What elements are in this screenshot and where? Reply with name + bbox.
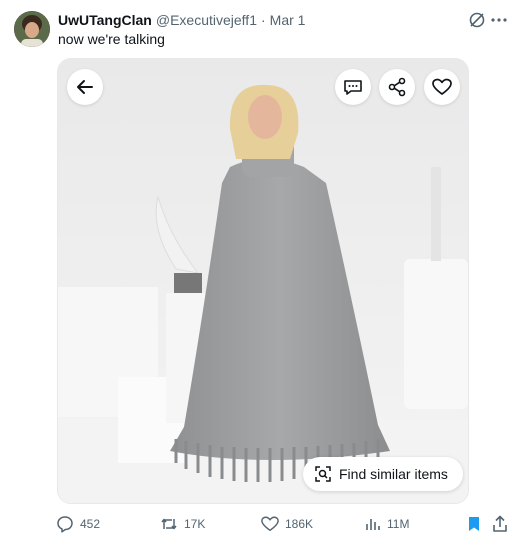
like-icon bbox=[261, 516, 279, 532]
find-similar-items-label: Find similar items bbox=[339, 466, 448, 482]
like-button[interactable]: 186K bbox=[261, 513, 313, 535]
bookmark-icon bbox=[469, 517, 479, 531]
action-bar: 452 17K 186K 11M bbox=[0, 513, 519, 535]
repost-icon bbox=[161, 518, 177, 530]
share-icon bbox=[388, 77, 406, 97]
back-button[interactable] bbox=[67, 69, 103, 105]
share-button[interactable] bbox=[379, 69, 415, 105]
back-arrow-icon bbox=[77, 80, 93, 94]
media-image[interactable]: Find similar items bbox=[57, 58, 469, 504]
views-count: 11M bbox=[387, 517, 410, 531]
like-count: 186K bbox=[285, 517, 314, 531]
find-similar-items-button[interactable]: Find similar items bbox=[303, 457, 463, 491]
lens-search-icon bbox=[315, 466, 331, 482]
alt-text-button[interactable] bbox=[335, 69, 371, 105]
alt-text-icon bbox=[344, 80, 362, 95]
views-button[interactable]: 11M bbox=[365, 513, 409, 535]
post-header: UwUTangClan @Executivejeff1 · Mar 1 bbox=[58, 11, 305, 29]
photo-scene bbox=[58, 59, 468, 503]
bookmark-button[interactable] bbox=[466, 513, 488, 535]
reply-icon bbox=[57, 516, 73, 533]
more-icon[interactable] bbox=[490, 11, 508, 29]
post-date[interactable]: Mar 1 bbox=[270, 12, 306, 28]
share-upload-icon bbox=[493, 515, 507, 532]
grok-icon[interactable] bbox=[468, 11, 486, 29]
post-text: now we're talking bbox=[58, 31, 165, 47]
save-like-button[interactable] bbox=[424, 69, 460, 105]
reply-button[interactable]: 452 bbox=[56, 513, 100, 535]
views-icon bbox=[366, 519, 380, 530]
user-handle[interactable]: @Executivejeff1 bbox=[156, 12, 257, 28]
repost-count: 17K bbox=[184, 517, 206, 531]
avatar[interactable] bbox=[14, 11, 50, 47]
repost-button[interactable]: 17K bbox=[160, 513, 205, 535]
reply-count: 452 bbox=[80, 517, 101, 531]
separator: · bbox=[260, 12, 266, 28]
display-name[interactable]: UwUTangClan bbox=[58, 12, 152, 28]
tweet[interactable]: UwUTangClan @Executivejeff1 · Mar 1 now … bbox=[0, 0, 519, 540]
share-post-button[interactable] bbox=[492, 513, 514, 535]
heart-icon bbox=[432, 78, 452, 95]
